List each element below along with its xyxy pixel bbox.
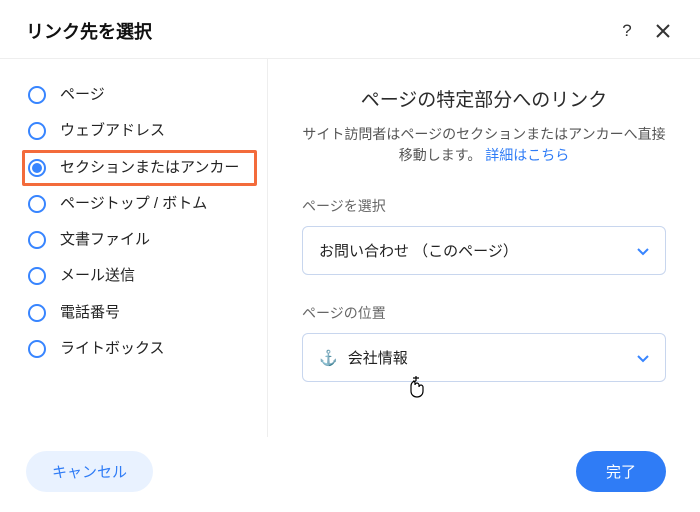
position-select-dropdown[interactable]: ⚓ 会社情報 xyxy=(302,333,666,382)
learn-more-link[interactable]: 詳細はこちら xyxy=(485,147,569,163)
position-select-value: ⚓ 会社情報 xyxy=(319,347,408,368)
link-type-list: ページ ウェブアドレス セクションまたはアンカー ページトップ / ボトム 文書… xyxy=(0,59,268,437)
radio-label: セクションまたはアンカー xyxy=(60,158,239,178)
radio-label: 文書ファイル xyxy=(60,230,150,250)
radio-option-lightbox[interactable]: ライトボックス xyxy=(22,331,257,367)
radio-label: ページ xyxy=(60,85,105,105)
link-dialog: リンク先を選択 ? ページ ウェブアドレス セクションまたはアンカー xyxy=(0,0,700,512)
radio-icon xyxy=(28,304,46,322)
header-icons: ? xyxy=(618,22,672,40)
radio-label: ライトボックス xyxy=(60,339,165,359)
radio-label: メール送信 xyxy=(60,266,135,286)
radio-option-page[interactable]: ページ xyxy=(22,77,257,113)
page-select-dropdown[interactable]: お問い合わせ （このページ） xyxy=(302,226,666,275)
done-button[interactable]: 完了 xyxy=(576,451,666,492)
chevron-down-icon xyxy=(637,350,649,366)
dialog-body: ページ ウェブアドレス セクションまたはアンカー ページトップ / ボトム 文書… xyxy=(0,58,700,437)
page-select-label: ページを選択 xyxy=(302,196,666,216)
chevron-down-icon xyxy=(637,243,649,259)
radio-option-top-bottom[interactable]: ページトップ / ボトム xyxy=(22,186,257,222)
radio-icon xyxy=(28,267,46,285)
panel-description: サイト訪問者はページのセクションまたはアンカーへ直接移動します。 詳細はこちら xyxy=(302,124,666,166)
radio-label: ウェブアドレス xyxy=(60,121,165,141)
radio-option-phone[interactable]: 電話番号 xyxy=(22,295,257,331)
radio-icon xyxy=(28,86,46,104)
radio-option-web-address[interactable]: ウェブアドレス xyxy=(22,113,257,149)
radio-option-section-anchor[interactable]: セクションまたはアンカー xyxy=(22,150,257,186)
radio-label: ページトップ / ボトム xyxy=(60,194,207,214)
dialog-header: リンク先を選択 ? xyxy=(0,0,700,58)
radio-icon xyxy=(28,231,46,249)
dialog-title: リンク先を選択 xyxy=(26,18,618,44)
radio-label: 電話番号 xyxy=(60,303,120,323)
page-select-value: お問い合わせ （このページ） xyxy=(319,240,518,261)
close-icon[interactable] xyxy=(654,22,672,40)
desc-text: サイト訪問者はページのセクションまたはアンカーへ直接移動します。 xyxy=(302,126,665,163)
cursor-icon xyxy=(408,374,430,406)
radio-option-document[interactable]: 文書ファイル xyxy=(22,222,257,258)
cancel-button[interactable]: キャンセル xyxy=(26,451,153,492)
link-settings-panel: ページの特定部分へのリンク サイト訪問者はページのセクションまたはアンカーへ直接… xyxy=(268,59,700,437)
position-text: 会社情報 xyxy=(348,347,408,368)
radio-icon xyxy=(28,340,46,358)
anchor-icon: ⚓ xyxy=(319,349,338,367)
radio-option-email[interactable]: メール送信 xyxy=(22,258,257,294)
radio-icon xyxy=(28,195,46,213)
radio-icon xyxy=(28,159,46,177)
help-icon[interactable]: ? xyxy=(618,22,636,40)
panel-title: ページの特定部分へのリンク xyxy=(302,85,666,112)
radio-icon xyxy=(28,122,46,140)
dialog-footer: キャンセル 完了 xyxy=(0,437,700,512)
position-label: ページの位置 xyxy=(302,303,666,323)
